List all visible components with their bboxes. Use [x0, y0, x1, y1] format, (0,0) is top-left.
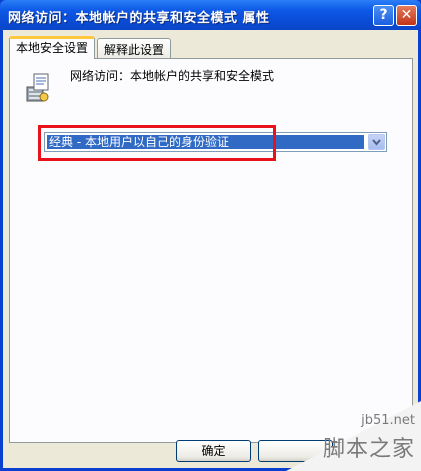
- tab-panel: 网络访问：本地帐户的共享和安全模式 经典 - 本地用户以自己的身份验证: [9, 58, 413, 443]
- sharing-model-dropdown[interactable]: 经典 - 本地用户以自己的身份验证: [44, 132, 387, 152]
- window-title: 网络访问：本地帐户的共享和安全模式 属性: [8, 11, 270, 26]
- tab-local-security-setting[interactable]: 本地安全设置: [9, 36, 96, 59]
- properties-dialog: 网络访问：本地帐户的共享和安全模式 属性 ? ✕ 本地安全设置 解释此设置 网络…: [0, 0, 421, 471]
- ok-button[interactable]: 确定: [176, 440, 251, 462]
- help-button[interactable]: ?: [373, 5, 394, 26]
- close-button[interactable]: ✕: [396, 5, 417, 26]
- dropdown-arrow-button[interactable]: [368, 134, 385, 150]
- policy-name: 网络访问：本地帐户的共享和安全模式: [70, 69, 275, 83]
- watermark-name: 脚本之家: [322, 437, 415, 462]
- tab-explain-this-setting[interactable]: 解释此设置: [97, 38, 172, 58]
- watermark: jb51.net 脚本之家: [286, 401, 421, 471]
- dropdown-selected-value: 经典 - 本地用户以自己的身份验证: [47, 135, 364, 149]
- policy-server-icon: [26, 73, 50, 103]
- watermark-site: jb51.net: [361, 413, 415, 428]
- title-bar[interactable]: 网络访问：本地帐户的共享和安全模式 属性 ? ✕: [0, 0, 421, 30]
